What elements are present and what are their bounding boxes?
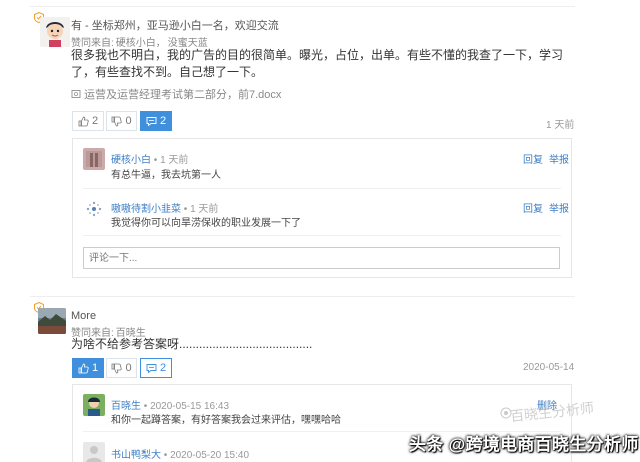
like-count: 1 [91,362,99,374]
comment-button[interactable]: 2 [140,358,172,378]
watermark-text: 头条 @跨境电商百晓生分析师 [409,435,639,454]
post-author[interactable]: 有 - 坐标郑州，亚马逊小白一名，欢迎交流 [71,17,279,33]
attachment-icon [71,89,81,99]
thumbs-up-icon [78,363,89,374]
reply-author[interactable]: 硬核小白 [111,155,151,166]
dislike-button[interactable]: 0 [106,358,137,378]
like-button[interactable]: 1 [72,358,104,378]
reply-text: 和你一起蹲答案，有好答案我会过来评估，嘿嘿哈哈 [111,415,341,426]
reply-header: 书山鸭梨大 • 2020-05-20 15:40 [111,450,250,461]
author-avatar[interactable] [40,17,70,47]
reply-avatar[interactable] [83,198,105,220]
top-divider [30,6,575,7]
thumbs-down-icon [111,363,123,374]
reply-author[interactable]: 书山鸭梨大 [111,450,161,461]
dislike-button[interactable]: 0 [106,111,137,131]
post-content: 为啥不给参考答案呀...............................… [71,337,313,351]
reply-avatar[interactable] [83,442,105,462]
reply-avatar[interactable] [83,394,105,416]
post-content: 很多我也不明白，我的广告的目的很简单。曝光，占位，出单。有些不懂的我查了一下，学… [71,48,564,79]
author-avatar[interactable] [38,308,66,334]
report-button[interactable]: 举报 [549,155,569,166]
comment-count: 2 [159,115,167,127]
comment-count: 2 [159,362,167,374]
reply-header: 硬核小白 • 1 天前 [111,155,189,166]
attachment-link[interactable]: 运营及运营经理考试第二部分，前7.docx [71,86,281,102]
comments-panel: 硬核小白 • 1 天前 有总牛逼，我去坑第一人 回复 举报 嗷嗷待割小韭菜 • 1… [72,138,572,278]
dislike-count: 0 [125,115,132,127]
reply-avatar[interactable] [83,148,105,170]
dislike-count: 0 [125,362,132,374]
like-button[interactable]: 2 [72,111,104,131]
thumbs-up-icon [78,116,89,127]
post-divider [30,296,575,297]
report-button[interactable]: 举报 [549,204,569,215]
reply-button[interactable]: 回复 [523,204,543,215]
reply-actions: 回复 举报 [523,200,569,215]
comment-icon [146,363,157,374]
comment-icon [146,116,157,127]
post-time: 1 天前 [546,120,575,131]
like-count: 2 [91,115,99,127]
comment-button[interactable]: 2 [140,111,172,131]
reply-header: 百晓生 • 2020-05-15 16:43 [111,401,230,412]
post-time: 2020-05-14 [523,362,575,373]
post-author[interactable]: More [71,310,96,322]
reply-text: 有总牛逼，我去坑第一人 [111,170,221,181]
thumbs-down-icon [111,116,123,127]
comment-input[interactable] [83,247,560,269]
reply-button[interactable]: 回复 [523,155,543,166]
reply-header: 嗷嗷待割小韭菜 • 1 天前 [111,204,219,215]
reply-divider [83,188,561,189]
reply-text: 我觉得你可以向旱涝保收的职业发展一下了 [111,218,301,229]
reply-divider [83,235,561,236]
reply-actions: 回复 举报 [523,151,569,166]
